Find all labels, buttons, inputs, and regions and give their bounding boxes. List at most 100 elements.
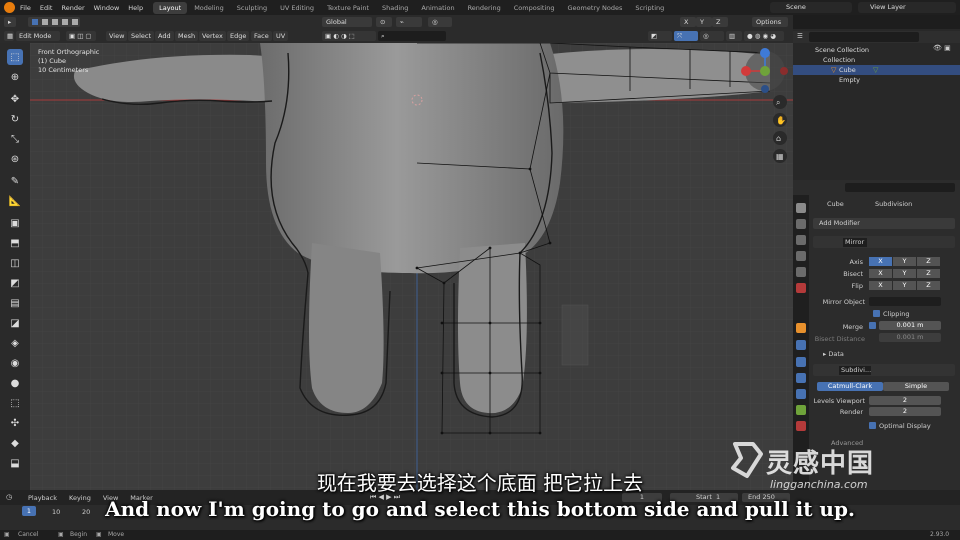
shrink-fatten-icon[interactable]: ✣ bbox=[7, 415, 23, 431]
shear-icon[interactable]: ◆ bbox=[7, 435, 23, 451]
data-tab-icon[interactable] bbox=[796, 405, 806, 415]
bisect-distance-field[interactable]: 0.001 m bbox=[879, 333, 941, 342]
bisect-x-toggle[interactable]: X bbox=[869, 269, 892, 278]
menu-help[interactable]: Help bbox=[128, 4, 143, 12]
transform-orientation-dropdown[interactable]: Global bbox=[322, 17, 372, 27]
filter-icons[interactable]: ▣ ◐ ◑ ⬚ bbox=[322, 31, 376, 41]
select-mode-vertex-edge-face[interactable]: ▣ ◫ ▢ bbox=[66, 31, 96, 41]
flip-x-toggle[interactable]: X bbox=[869, 281, 892, 290]
mirror-name-field[interactable]: Mirror bbox=[843, 238, 867, 247]
tab-modeling[interactable]: Modeling bbox=[188, 2, 230, 14]
rotate-icon[interactable]: ↻ bbox=[7, 111, 23, 127]
menu-render[interactable]: Render bbox=[61, 4, 84, 12]
add-modifier-button[interactable]: Add Modifier bbox=[813, 218, 955, 229]
blender-logo-icon[interactable] bbox=[4, 2, 15, 13]
menu-mesh[interactable]: Mesh bbox=[175, 31, 199, 41]
inset-icon[interactable]: ◫ bbox=[7, 255, 23, 271]
modifier-tab-icon[interactable] bbox=[796, 340, 806, 350]
add-cube-icon[interactable]: ▣ bbox=[7, 215, 23, 231]
menu-select[interactable]: Select bbox=[128, 31, 155, 41]
catmull-clark-button[interactable]: Catmull-Clark bbox=[817, 382, 883, 391]
poly-build-icon[interactable]: ◈ bbox=[7, 335, 23, 351]
world-tab-icon[interactable] bbox=[796, 283, 806, 293]
tab-compositing[interactable]: Compositing bbox=[508, 2, 561, 14]
constraints-tab-icon[interactable] bbox=[796, 389, 806, 399]
options-dropdown[interactable]: Options bbox=[752, 17, 788, 27]
scene-tab-icon[interactable] bbox=[796, 267, 806, 277]
mode-dropdown[interactable]: Edit Mode bbox=[16, 31, 60, 41]
extrude-icon[interactable]: ⬒ bbox=[7, 235, 23, 251]
tab-animation[interactable]: Animation bbox=[415, 2, 460, 14]
simple-button[interactable]: Simple bbox=[883, 382, 949, 391]
shading-mode-icons[interactable]: ● ◍ ◉ ◕ bbox=[744, 31, 784, 41]
tab-scripting[interactable]: Scripting bbox=[629, 2, 670, 14]
cursor-icon[interactable]: ⊕ bbox=[7, 69, 23, 85]
mirror-object-field[interactable] bbox=[869, 297, 941, 306]
menu-file[interactable]: File bbox=[20, 4, 31, 12]
bevel-icon[interactable]: ◩ bbox=[7, 275, 23, 291]
tab-layout[interactable]: Layout bbox=[153, 1, 188, 14]
smooth-icon[interactable]: ● bbox=[7, 375, 23, 391]
editor-type-icon[interactable]: ▦ bbox=[4, 31, 14, 41]
measure-icon[interactable]: 📐 bbox=[7, 193, 23, 209]
overlay-toggle-icon[interactable]: ◎ bbox=[700, 31, 724, 41]
pivot-icon[interactable]: ⊙ bbox=[376, 17, 392, 27]
mirror-y[interactable]: Y bbox=[696, 17, 712, 27]
optimal-display-checkbox[interactable] bbox=[869, 422, 876, 429]
tab-texture-paint[interactable]: Texture Paint bbox=[321, 2, 375, 14]
snap-icon[interactable]: ⌁ bbox=[396, 17, 422, 27]
clipping-checkbox[interactable] bbox=[873, 310, 880, 317]
search-field[interactable]: ⌕ bbox=[378, 31, 446, 41]
tool-tab-icon[interactable] bbox=[796, 203, 806, 213]
scene-selector[interactable]: Scene bbox=[770, 2, 852, 13]
menu-view[interactable]: View bbox=[106, 31, 128, 41]
spin-icon[interactable]: ◉ bbox=[7, 355, 23, 371]
material-tab-icon[interactable] bbox=[796, 421, 806, 431]
subdivision-name-field[interactable]: Subdivi... bbox=[839, 366, 871, 375]
menu-uv[interactable]: UV bbox=[273, 31, 289, 41]
tab-rendering[interactable]: Rendering bbox=[462, 2, 507, 14]
output-tab-icon[interactable] bbox=[796, 235, 806, 245]
object-tab-icon[interactable] bbox=[796, 323, 806, 333]
levels-viewport-field[interactable]: 2 bbox=[869, 396, 941, 405]
3d-viewport[interactable]: ⌕ ✋ ⌂ ▦ bbox=[30, 43, 793, 490]
select-mode-buttons[interactable] bbox=[28, 17, 80, 27]
bisect-z-toggle[interactable]: Z bbox=[917, 269, 940, 278]
merge-checkbox[interactable] bbox=[869, 322, 876, 329]
tab-sculpting[interactable]: Sculpting bbox=[231, 2, 273, 14]
edge-slide-icon[interactable]: ⬚ bbox=[7, 395, 23, 411]
visibility-icon[interactable]: ◩ bbox=[648, 31, 672, 41]
proportional-edit-icon[interactable]: ◎ bbox=[428, 17, 452, 27]
bisect-y-toggle[interactable]: Y bbox=[893, 269, 916, 278]
render-tab-icon[interactable] bbox=[796, 219, 806, 229]
mirror-z[interactable]: Z bbox=[712, 17, 728, 27]
annotate-icon[interactable]: ✎ bbox=[7, 173, 23, 189]
loop-cut-icon[interactable]: ▤ bbox=[7, 295, 23, 311]
view-layer-tab-icon[interactable] bbox=[796, 251, 806, 261]
axis-x-toggle[interactable]: X bbox=[869, 257, 892, 266]
menu-add[interactable]: Add bbox=[155, 31, 174, 41]
move-icon[interactable]: ✥ bbox=[7, 91, 23, 107]
menu-window[interactable]: Window bbox=[94, 4, 120, 12]
physics-tab-icon[interactable] bbox=[796, 373, 806, 383]
outliner-collection[interactable]: Collection bbox=[793, 55, 960, 65]
properties-search[interactable] bbox=[845, 183, 955, 192]
axis-z-toggle[interactable]: Z bbox=[917, 257, 940, 266]
flip-y-toggle[interactable]: Y bbox=[893, 281, 916, 290]
menu-face[interactable]: Face bbox=[251, 31, 272, 41]
xray-toggle-icon[interactable]: ▥ bbox=[726, 31, 742, 41]
tab-geometry-nodes[interactable]: Geometry Nodes bbox=[562, 2, 629, 14]
gizmo-toggle-icon[interactable]: ⤧ bbox=[674, 31, 698, 41]
outliner-editor-icon[interactable]: ☰ bbox=[797, 31, 803, 41]
select-box-icon[interactable]: ⬚ bbox=[7, 49, 23, 65]
viewport-scene[interactable]: ⌕ ✋ ⌂ ▦ bbox=[30, 43, 793, 490]
tab-shading[interactable]: Shading bbox=[376, 2, 414, 14]
particles-tab-icon[interactable] bbox=[796, 357, 806, 367]
data-subpanel[interactable]: ▸ Data bbox=[823, 350, 844, 358]
transform-icon[interactable]: ⊛ bbox=[7, 151, 23, 167]
outliner-item-empty[interactable]: Empty bbox=[793, 75, 960, 85]
subdivision-modifier-header[interactable] bbox=[813, 364, 955, 376]
render-levels-field[interactable]: 2 bbox=[869, 407, 941, 416]
knife-icon[interactable]: ◪ bbox=[7, 315, 23, 331]
mirror-x[interactable]: X bbox=[680, 17, 696, 27]
